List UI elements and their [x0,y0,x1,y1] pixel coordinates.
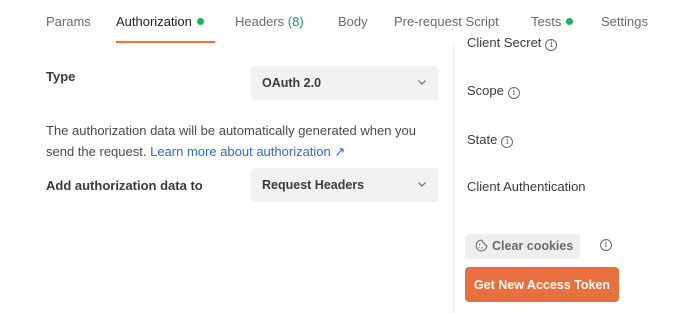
clear-cookies-label: Clear cookies [492,239,574,253]
tab-params[interactable]: Params [46,14,91,29]
tab-label: Body [338,14,368,29]
info-icon[interactable]: i [545,39,558,51]
add-to-value: Request Headers [262,178,365,192]
info-icon[interactable]: i [600,239,612,251]
tab-settings[interactable]: Settings [601,14,648,29]
tab-label: Tests [531,14,562,29]
tab-label: Pre-request Script [394,14,499,29]
chevron-down-icon [418,80,426,85]
clear-cookies-button[interactable]: Clear cookies [465,234,580,259]
tab-tests[interactable]: Tests [531,14,574,29]
learn-more-link[interactable]: Learn more about authorization ↗ [150,144,345,159]
auth-description: The authorization data will be automatic… [46,120,441,162]
get-new-access-token-button[interactable]: Get New Access Token [465,267,619,302]
client-secret-label: Client Secret i [467,35,558,51]
oauth-settings-panel: Client Secret i Scope i State i Client Auth… [454,35,683,313]
status-dot-icon [196,18,204,25]
tab-label: Headers [235,14,285,29]
active-tab-indicator [116,41,215,43]
tab-count-badge: (8) [287,14,304,29]
auth-type-select[interactable]: OAuth 2.0 [251,66,439,100]
status-dot-icon [566,18,574,25]
auth-config-panel: Type OAuth 2.0 The authorization data wi… [0,44,453,313]
client-secret-label-text: Client Secret [467,35,542,50]
tab-label: Params [46,14,91,29]
tab-label: Authorization [116,14,192,29]
tab-pre-request-script[interactable]: Pre-request Script [394,14,499,29]
state-label: State i [467,132,514,148]
scope-label: Scope i [467,83,520,99]
add-auth-data-to-select[interactable]: Request Headers [251,168,439,202]
cookie-icon [475,239,488,252]
tab-body[interactable]: Body [338,14,368,29]
add-to-label: Add authorization data to [46,178,203,193]
scope-label-text: Scope [467,83,504,98]
type-label: Type [46,69,76,84]
tab-label: Settings [601,14,648,29]
request-tabs: Params Authorization Headers (8) Body Pr… [0,0,683,44]
client-authentication-label: Client Authentication [467,179,586,194]
info-icon[interactable]: i [507,87,520,99]
state-label-text: State [467,132,498,147]
auth-type-value: OAuth 2.0 [262,76,322,90]
tab-headers[interactable]: Headers (8) [235,14,304,29]
info-icon[interactable]: i [501,136,514,148]
chevron-down-icon [418,182,426,187]
tab-authorization[interactable]: Authorization [116,14,204,29]
